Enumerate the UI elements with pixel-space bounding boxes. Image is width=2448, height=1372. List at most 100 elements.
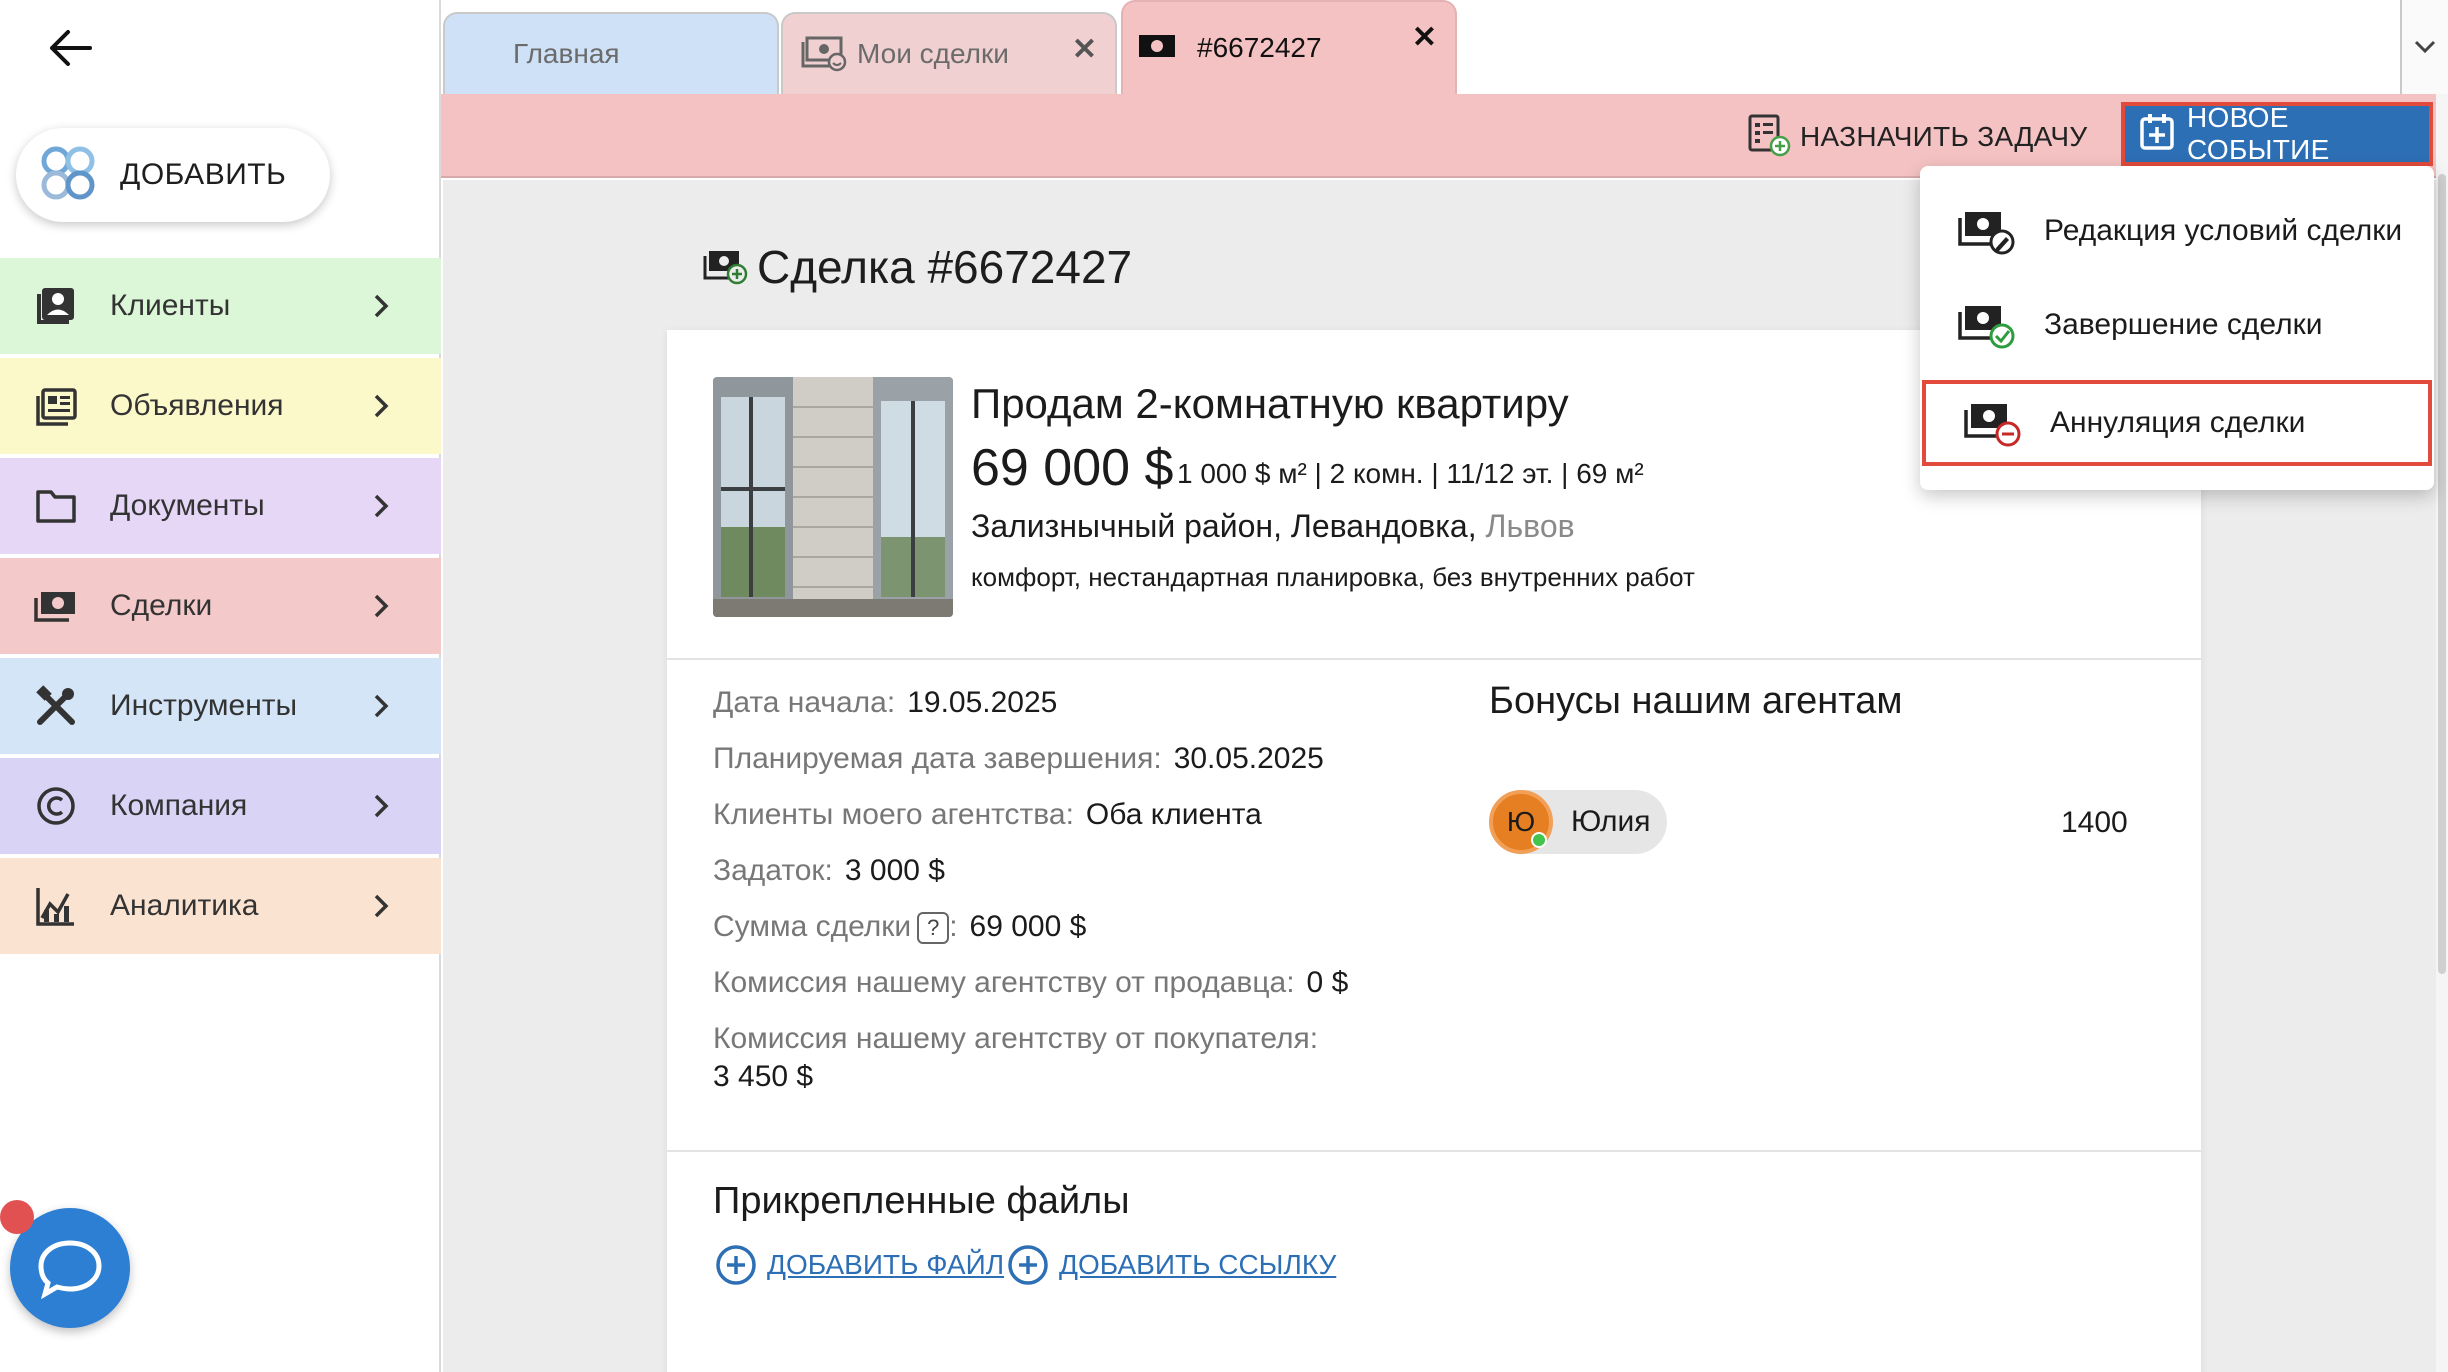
sidebar-item-analytics[interactable]: Аналитика [0,858,441,954]
add-link-label: ДОБАВИТЬ ССЫЛКУ [1059,1249,1337,1280]
menu-item-label: Завершение сделки [2044,308,2323,341]
detail-planned-date: Планируемая дата завершения: 30.05.2025 [713,742,1348,776]
menu-item-cancel-deal[interactable]: Аннуляция сделки [1922,380,2432,466]
menu-item-label: Аннуляция сделки [2050,406,2306,439]
listing-price: 69 000 $ [971,439,1174,497]
deal-edit-icon [1958,212,2015,255]
help-icon[interactable]: ? [917,912,950,945]
bonus-title: Бонусы нашим агентам [1489,680,1903,722]
assign-task-label: НАЗНАЧИТЬ ЗАДАЧУ [1800,121,2088,152]
sidebar-item-label: Документы [110,489,265,522]
attached-files: Прикрепленные файлы ДОБАВИТЬ ФАЙЛ ДОБАВИ… [667,1150,2201,1372]
detail-value: 3 450 $ [713,1060,814,1094]
tab-label: Мои сделки [857,38,1009,69]
detail-value: 69 000 $ [969,910,1087,943]
back-arrow-icon[interactable] [44,26,100,70]
detail-label: Планируемая дата завершения: [713,742,1162,775]
detail-value: 19.05.2025 [907,686,1058,719]
chevron-right-icon [374,794,389,818]
detail-deal-sum: Сумма сделки?:69 000 $ [713,910,1348,945]
tab-bar: Главная Мои сделки ✕ #6672427 ✕ [441,0,2448,94]
folder-icon [32,482,80,530]
sidebar-item-label: Компания [110,789,248,822]
detail-value: 3 000 $ [844,854,945,887]
sidebar-item-label: Клиенты [110,289,231,322]
close-tab-icon[interactable]: ✕ [1072,32,1097,67]
listing-description: комфорт, нестандартная планировка, без в… [971,562,1695,592]
new-event-label: НОВОЕ СОБЫТИЕ [2187,102,2330,165]
chevron-right-icon [374,694,389,718]
menu-item-complete-deal[interactable]: Завершение сделки [1920,282,2434,368]
tab-label: Главная [513,38,620,69]
tab-deal-6672427[interactable]: #6672427 ✕ [1121,0,1457,94]
deal-cancel-icon [1964,404,2021,447]
listing-title[interactable]: Продам 2-комнатную квартиру [971,380,1569,428]
deals-smiley-icon [799,32,847,77]
chevron-right-icon [374,394,389,418]
add-logo-icon [38,143,98,208]
sidebar-item-documents[interactable]: Документы [0,458,441,554]
detail-label: Дата начала: [713,686,896,719]
close-tab-icon[interactable]: ✕ [1412,20,1437,55]
detail-colon: : [949,910,958,943]
sidebar-item-label: Сделки [110,589,213,622]
sidebar-item-deals[interactable]: Сделки [0,558,441,654]
menu-item-label: Редакция условий сделки [2044,214,2403,247]
detail-seller-commission: Комиссия нашему агентству от продавца: 0 … [713,966,1348,1000]
listing-meta: 1 000 $ м² | 2 комн. | 11/12 эт. | 69 м² [1177,458,1644,489]
chevron-right-icon [374,894,389,918]
new-event-button[interactable]: НОВОЕ СОБЫТИЕ [2121,102,2433,166]
deal-add-icon [701,244,749,291]
avatar: Ю [1489,790,1553,854]
detail-label: Комиссия нашему агентству от покупателя: [713,1022,1319,1056]
add-file-button[interactable]: ДОБАВИТЬ ФАЙЛ [715,1244,1004,1286]
tab-label: #6672427 [1197,32,1322,63]
sidebar: ДОБАВИТЬ Клиенты Объявления Документы Сд… [0,0,441,1372]
sidebar-item-clients[interactable]: Клиенты [0,258,441,354]
detail-value: 0 $ [1306,966,1349,1000]
chat-icon [38,1240,102,1299]
detail-start-date: Дата начала: 19.05.2025 [713,686,1348,720]
scrollbar-thumb[interactable] [2438,174,2446,974]
chevron-down-icon [2414,40,2436,54]
deal-details: Дата начала: 19.05.2025 Планируемая дата … [713,686,1348,1116]
agent-chip[interactable]: Ю Юлия [1489,790,1667,854]
contacts-icon [32,282,80,330]
deal-check-icon [1958,306,2015,349]
location-city: Львов [1485,508,1575,544]
detail-label: Комиссия нашему агентству от продавца: [713,966,1295,1000]
location-district: Зализнычный район, Левандовка, [971,508,1477,544]
plus-circle-icon [716,1245,756,1285]
detail-deposit: Задаток: 3 000 $ [713,854,1348,888]
sidebar-nav: Клиенты Объявления Документы Сделки Инст… [0,258,441,958]
money-icon [1137,31,1177,66]
detail-label: Задаток: [713,854,833,887]
assign-task-button[interactable]: НАЗНАЧИТЬ ЗАДАЧУ [1746,112,2087,162]
tab-my-deals[interactable]: Мои сделки ✕ [781,12,1117,94]
sidebar-item-label: Инструменты [110,689,298,722]
sidebar-item-company[interactable]: Компания [0,758,441,854]
vertical-scrollbar[interactable] [2436,94,2448,1372]
detail-buyer-commission: Комиссия нашему агентству от покупателя:… [713,1022,1348,1094]
listings-icon [32,382,80,430]
add-button[interactable]: ДОБАВИТЬ [16,128,330,222]
tabs-dropdown-button[interactable] [2400,0,2448,94]
detail-value: Оба клиента [1085,798,1262,831]
plus-circle-icon [1008,1245,1048,1285]
page-title: Сделка #6672427 [701,240,1132,294]
add-file-label: ДОБАВИТЬ ФАЙЛ [767,1249,1005,1280]
detail-clients: Клиенты моего агентства: Оба клиента [713,798,1348,832]
analytics-icon [32,882,80,930]
menu-item-edit-deal-terms[interactable]: Редакция условий сделки [1920,188,2434,274]
online-status-dot [1531,832,1547,848]
detail-label: Клиенты моего агентства: [713,798,1074,831]
sidebar-item-listings[interactable]: Объявления [0,358,441,454]
add-link-button[interactable]: ДОБАВИТЬ ССЫЛКУ [1007,1244,1336,1286]
calendar-add-icon [2139,113,2175,156]
tab-home[interactable]: Главная [443,12,779,94]
new-event-menu: Редакция условий сделки Завершение сделк… [1920,166,2434,490]
sidebar-item-label: Объявления [110,389,284,422]
sidebar-item-tools[interactable]: Инструменты [0,658,441,754]
listing-photo[interactable] [713,377,953,617]
add-button-label: ДОБАВИТЬ [120,158,287,191]
